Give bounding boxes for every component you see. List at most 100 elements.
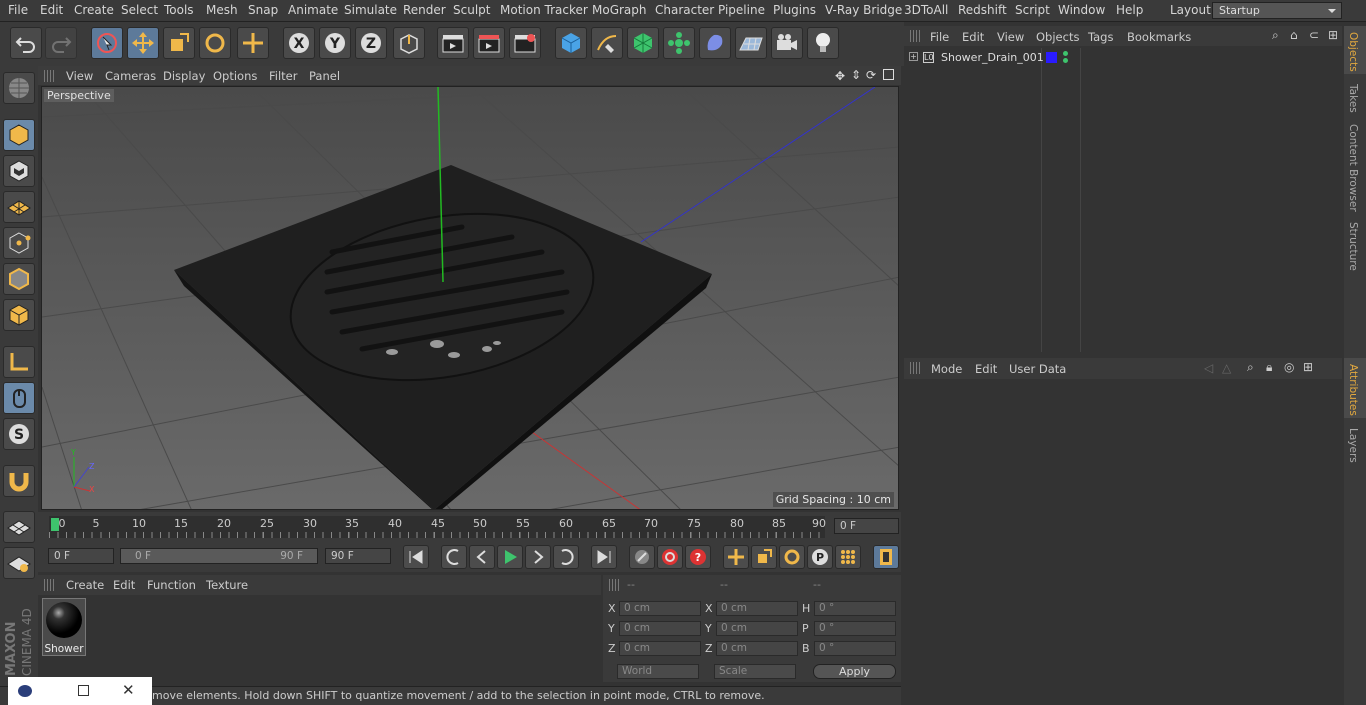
snapping-button[interactable] xyxy=(3,465,35,497)
menu-redshift[interactable]: Redshift xyxy=(958,3,1007,17)
viewport-move-icon[interactable]: ✥ xyxy=(835,69,845,83)
app-icon[interactable] xyxy=(18,685,32,697)
layer-color-swatch[interactable] xyxy=(1046,52,1057,63)
attribute-menu-user-data[interactable]: User Data xyxy=(1009,362,1066,376)
coordinate-system-button[interactable] xyxy=(393,27,425,59)
rotate-tool-button[interactable] xyxy=(199,27,231,59)
menu-pipeline[interactable]: Pipeline xyxy=(718,3,765,17)
menu-mesh[interactable]: Mesh xyxy=(206,3,238,17)
camera-button[interactable] xyxy=(771,27,803,59)
size-y-field[interactable]: 0 cm xyxy=(716,621,798,636)
scale-tool-button[interactable] xyxy=(163,27,195,59)
viewport-menu-display[interactable]: Display xyxy=(163,69,205,83)
render-view-button[interactable] xyxy=(437,27,469,59)
viewport-rotate-icon[interactable]: ⟳ xyxy=(866,68,876,82)
size-x-field[interactable]: 0 cm xyxy=(716,601,798,616)
rotation-h-field[interactable]: 0 ° xyxy=(814,601,896,616)
go-to-start-button[interactable] xyxy=(403,545,429,569)
next-key-button[interactable] xyxy=(553,545,579,569)
deformer-button[interactable] xyxy=(699,27,731,59)
object-menu-file[interactable]: File xyxy=(930,30,949,44)
prev-frame-button[interactable] xyxy=(469,545,495,569)
record-position-button[interactable] xyxy=(629,545,655,569)
transform-tool-button[interactable] xyxy=(237,27,269,59)
menu-help[interactable]: Help xyxy=(1116,3,1143,17)
move-tool-button[interactable] xyxy=(127,27,159,59)
maximize-icon[interactable] xyxy=(78,685,89,696)
tab-layers[interactable]: Layers xyxy=(1347,428,1359,463)
lock-workplane-button[interactable] xyxy=(3,511,35,543)
menu-motion-tracker[interactable]: Motion Tracker xyxy=(500,3,588,17)
object-menu-objects[interactable]: Objects xyxy=(1036,30,1079,44)
go-to-end-button[interactable] xyxy=(591,545,617,569)
coordinate-mode-select[interactable]: World xyxy=(617,664,699,679)
menu-create[interactable]: Create xyxy=(74,3,114,17)
menu-simulate[interactable]: Simulate xyxy=(344,3,397,17)
menu-mograph[interactable]: MoGraph xyxy=(592,3,647,17)
planar-workplane-button[interactable] xyxy=(3,547,35,579)
object-menu-view[interactable]: View xyxy=(997,30,1024,44)
tab-objects[interactable]: Objects xyxy=(1347,32,1359,72)
attribute-menu-mode[interactable]: Mode xyxy=(931,362,962,376)
lock-icon[interactable]: 🔒︎ xyxy=(1266,360,1272,375)
size-z-field[interactable]: 0 cm xyxy=(716,641,798,656)
home-icon[interactable]: ⌂ xyxy=(1290,28,1298,42)
render-settings-button[interactable] xyxy=(509,27,541,59)
workplane-mode-button[interactable] xyxy=(3,191,35,223)
menu-plugins[interactable]: Plugins xyxy=(773,3,816,17)
size-mode-select[interactable]: Scale xyxy=(714,664,796,679)
close-icon[interactable]: ✕ xyxy=(122,681,135,699)
next-frame-button[interactable] xyxy=(525,545,551,569)
position-y-field[interactable]: 0 cm xyxy=(619,621,701,636)
points-mode-button[interactable] xyxy=(3,227,35,259)
tab-structure[interactable]: Structure xyxy=(1347,222,1359,271)
end-frame-field[interactable]: 90 F xyxy=(325,548,391,564)
menu-animate[interactable]: Animate xyxy=(288,3,338,17)
key-pla-button[interactable] xyxy=(835,545,861,569)
menu-edit[interactable]: Edit xyxy=(40,3,63,17)
attribute-new-window-icon[interactable]: ⊞ xyxy=(1303,360,1313,374)
attribute-search-icon[interactable]: ⌕ xyxy=(1247,360,1254,375)
apply-button[interactable]: Apply xyxy=(813,664,896,679)
make-editable-button[interactable] xyxy=(3,72,35,104)
undo-button[interactable] xyxy=(10,27,42,59)
viewport-dolly-icon[interactable]: ⇕ xyxy=(851,68,861,82)
rotation-p-field[interactable]: 0 ° xyxy=(814,621,896,636)
viewport-menu-options[interactable]: Options xyxy=(213,69,257,83)
play-button[interactable] xyxy=(497,545,523,569)
tab-content-browser[interactable]: Content Browser xyxy=(1347,124,1359,212)
layout-select[interactable]: Startup xyxy=(1212,2,1342,19)
z-axis-button[interactable]: Z xyxy=(355,27,387,59)
model-mode-button[interactable] xyxy=(3,119,35,151)
timeline-window-button[interactable] xyxy=(873,545,899,569)
material-menu-edit[interactable]: Edit xyxy=(113,578,135,592)
menu-tools[interactable]: Tools xyxy=(164,3,194,17)
edges-mode-button[interactable] xyxy=(3,263,35,295)
3d-viewport[interactable]: Y Z X Perspective Grid Spacing : 10 cm xyxy=(41,86,899,510)
tab-takes[interactable]: Takes xyxy=(1347,84,1359,113)
object-menu-edit[interactable]: Edit xyxy=(962,30,984,44)
material-menu-create[interactable]: Create xyxy=(66,578,104,592)
start-frame-field[interactable]: 0 F xyxy=(48,548,114,564)
subdivision-button[interactable] xyxy=(627,27,659,59)
viewport-menu-panel[interactable]: Panel xyxy=(309,69,340,83)
menu-3dtoall[interactable]: 3DToAll xyxy=(904,3,948,17)
attribute-menu-edit[interactable]: Edit xyxy=(975,362,997,376)
cube-button[interactable] xyxy=(555,27,587,59)
menu-script[interactable]: Script xyxy=(1015,3,1050,17)
x-axis-button[interactable]: X xyxy=(283,27,315,59)
position-z-field[interactable]: 0 cm xyxy=(619,641,701,656)
tab-attributes[interactable]: Attributes xyxy=(1347,364,1359,416)
timeline-ruler[interactable]: 0 5 10 15 20 25 30 35 40 45 50 55 60 65 … xyxy=(49,516,826,538)
light-button[interactable] xyxy=(807,27,839,59)
back-icon[interactable]: ⊂ xyxy=(1309,28,1319,42)
render-picture-viewer-button[interactable] xyxy=(473,27,505,59)
expand-icon[interactable]: + xyxy=(909,52,918,61)
live-selection-button[interactable] xyxy=(91,27,123,59)
cloner-button[interactable] xyxy=(663,27,695,59)
redo-button[interactable] xyxy=(45,27,77,59)
object-row[interactable]: + L0 Shower_Drain_001 xyxy=(904,49,1342,67)
new-window-icon[interactable]: ⊞ xyxy=(1328,28,1338,42)
menu-vray-bridge[interactable]: V-Ray Bridge xyxy=(825,3,902,17)
tweak-mode-button[interactable] xyxy=(3,382,35,414)
